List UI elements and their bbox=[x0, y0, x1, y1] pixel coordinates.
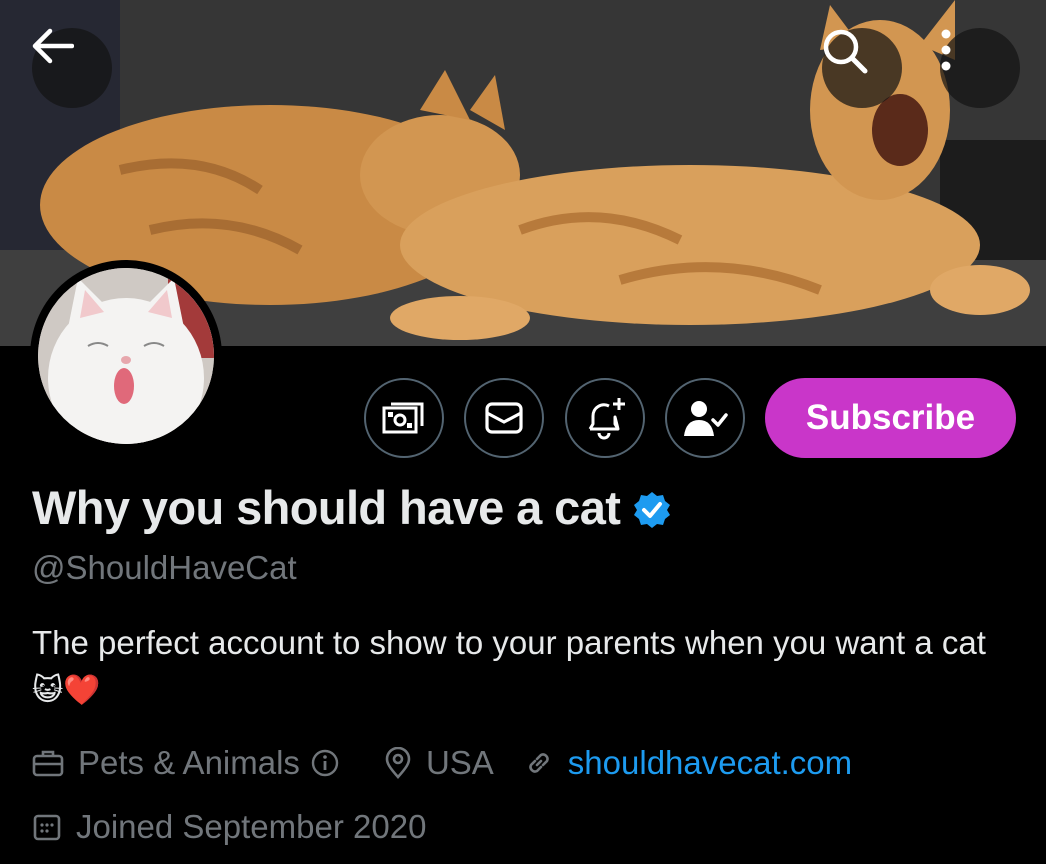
location-pin-icon bbox=[385, 747, 411, 779]
profile-joined-row: Joined September 2020 bbox=[32, 808, 456, 846]
avatar-image bbox=[38, 268, 214, 444]
profile-display-name: Why you should have a cat bbox=[32, 481, 621, 534]
subscribe-button[interactable]: Subscribe bbox=[765, 378, 1016, 458]
bio-text: The perfect account to show to your pare… bbox=[32, 624, 986, 661]
location-label: USA bbox=[425, 744, 494, 781]
bell-plus-icon bbox=[588, 398, 625, 440]
search-button[interactable] bbox=[822, 28, 902, 108]
more-vertical-icon bbox=[941, 29, 951, 71]
joined-item: Joined September 2020 bbox=[32, 808, 426, 846]
category-label: Pets & Animals bbox=[78, 744, 300, 781]
info-icon[interactable] bbox=[310, 748, 340, 778]
profile-bio: The perfect account to show to your pare… bbox=[32, 620, 1022, 714]
back-button[interactable] bbox=[32, 28, 112, 108]
mail-icon bbox=[485, 402, 523, 434]
joined-label: Joined September 2020 bbox=[76, 808, 427, 845]
profile-meta-row: Pets & Animals USA shouldhavecat.com bbox=[32, 744, 882, 782]
briefcase-icon bbox=[32, 750, 64, 777]
profile-handle: @ShouldHaveCat bbox=[32, 549, 297, 586]
search-icon bbox=[823, 29, 868, 74]
white-cat-illustration bbox=[38, 268, 214, 444]
back-arrow-icon bbox=[32, 28, 74, 64]
profile-avatar[interactable] bbox=[30, 260, 222, 452]
message-button[interactable] bbox=[464, 378, 544, 458]
link-icon bbox=[529, 753, 549, 773]
money-icon bbox=[382, 402, 424, 434]
following-button[interactable] bbox=[665, 378, 745, 458]
bio-emojis: 😺❤️ bbox=[32, 673, 101, 708]
website-link[interactable]: shouldhavecat.com bbox=[568, 744, 852, 782]
profile-name-row: Why you should have a cat bbox=[32, 480, 672, 535]
user-check-icon bbox=[684, 401, 728, 436]
location-item: USA bbox=[384, 744, 494, 782]
tips-button[interactable] bbox=[364, 378, 444, 458]
category-item: Pets & Animals bbox=[32, 744, 354, 782]
verified-badge-icon[interactable] bbox=[632, 490, 672, 530]
more-options-button[interactable] bbox=[940, 28, 1020, 108]
website-item[interactable]: shouldhavecat.com bbox=[524, 744, 852, 782]
notifications-button[interactable] bbox=[565, 378, 645, 458]
calendar-icon bbox=[33, 814, 61, 841]
